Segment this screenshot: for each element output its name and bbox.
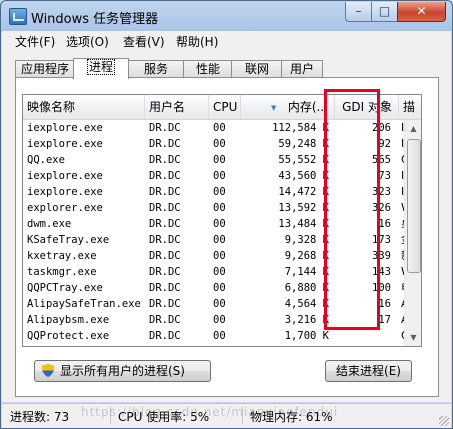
process-mem-cell: 112,584 K: [272, 122, 329, 134]
process-name-cell: QQProtect.exe: [27, 330, 110, 342]
process-name-cell: dwm.exe: [27, 218, 72, 230]
gdi-column-highlight: [324, 89, 380, 330]
vertical-scrollbar[interactable]: ▲ ▼: [404, 120, 421, 346]
process-mem-cell: 9,328 K: [284, 234, 329, 246]
menu-file[interactable]: 文件(F): [15, 33, 55, 50]
close-button[interactable]: ✕: [397, 2, 446, 22]
process-user-cell: DR.DC: [149, 330, 181, 342]
menu-bar: 文件(F) 选项(O) 查看(V) 帮助(H): [2, 31, 451, 50]
process-cpu-cell: 00: [213, 282, 226, 294]
process-mem-cell: 59,248 K: [278, 138, 329, 150]
process-cpu-cell: 00: [213, 234, 226, 246]
process-user-cell: DR.DC: [149, 314, 181, 326]
column-memory-label: 内存(...: [287, 100, 328, 114]
process-user-cell: DR.DC: [149, 154, 181, 166]
tab-networking[interactable]: 联网: [231, 60, 283, 78]
status-process-count: 进程数: 73: [10, 410, 70, 424]
scrollbar-thumb[interactable]: [407, 139, 421, 273]
process-mem-cell: 9,268 K: [284, 250, 329, 262]
process-name-cell: QQPCTray.exe: [27, 282, 103, 294]
process-cpu-cell: 00: [213, 250, 226, 262]
process-mem-cell: 14,472 K: [278, 186, 329, 198]
main-panel: 应用程序 进程 服务 性能 联网 用户 映像名称 用户名 CPU ▼ 内存(..…: [2, 50, 451, 402]
tab-users[interactable]: 用户: [281, 60, 323, 78]
process-user-cell: DR.DC: [149, 186, 181, 198]
sort-arrow-icon: ▼: [271, 104, 277, 112]
resize-grip-icon[interactable]: [439, 416, 449, 426]
column-memory[interactable]: ▼ 内存(...: [241, 95, 335, 119]
process-mem-cell: 3,216 K: [284, 314, 329, 326]
menu-view[interactable]: 查看(V): [123, 33, 165, 50]
process-mem-cell: 13,484 K: [278, 218, 329, 230]
task-manager-window: Windows 任务管理器 – □ ✕ 文件(F) 选项(O) 查看(V) 帮助…: [0, 0, 453, 429]
task-manager-icon: [9, 8, 27, 25]
scroll-up-icon[interactable]: ▲: [405, 120, 421, 137]
process-mem-cell: 4,564 K: [284, 298, 329, 310]
process-cpu-cell: 00: [213, 138, 226, 150]
process-user-cell: DR.DC: [149, 282, 181, 294]
process-name-cell: AlipaySafeTran.exe: [27, 298, 141, 310]
title-bar[interactable]: Windows 任务管理器 – □ ✕: [1, 1, 452, 31]
process-user-cell: DR.DC: [149, 170, 181, 182]
process-name-cell: kxetray.exe: [27, 250, 97, 262]
process-mem-cell: 7,144 K: [284, 266, 329, 278]
process-name-cell: iexplore.exe: [27, 170, 103, 182]
end-process-button[interactable]: 结束进程(E): [325, 360, 412, 382]
process-name-cell: iexplore.exe: [27, 138, 103, 150]
tab-processes[interactable]: 进程: [73, 58, 129, 79]
uac-shield-icon: [42, 364, 54, 377]
scroll-down-icon[interactable]: ▼: [405, 329, 421, 346]
process-cpu-cell: 00: [213, 186, 226, 198]
maximize-button[interactable]: □: [371, 2, 398, 22]
process-user-cell: DR.DC: [149, 298, 181, 310]
process-row[interactable]: QQProtect.exeDR.DC001,700 KQQ: [23, 328, 418, 344]
show-all-users-label: 显示所有用户的进程(S): [60, 364, 185, 378]
menu-options[interactable]: 选项(O): [66, 33, 109, 50]
process-mem-cell: 6,880 K: [284, 282, 329, 294]
column-image-name[interactable]: 映像名称: [23, 95, 145, 119]
process-name-cell: taskmgr.exe: [27, 266, 97, 278]
process-user-cell: DR.DC: [149, 250, 181, 262]
column-cpu[interactable]: CPU: [209, 95, 241, 119]
process-cpu-cell: 00: [213, 154, 226, 166]
show-all-users-button[interactable]: 显示所有用户的进程(S): [34, 360, 211, 382]
tab-performance[interactable]: 性能: [183, 60, 233, 78]
column-user-name[interactable]: 用户名: [145, 95, 209, 119]
process-name-cell: iexplore.exe: [27, 122, 103, 134]
process-user-cell: DR.DC: [149, 202, 181, 214]
window-title: Windows 任务管理器: [31, 12, 159, 27]
process-user-cell: DR.DC: [149, 138, 181, 150]
watermark-text: https://blog.csdn.net/mianxiaofendui: [81, 405, 339, 419]
minimize-button[interactable]: –: [345, 2, 372, 22]
process-cpu-cell: 00: [213, 330, 226, 342]
process-user-cell: DR.DC: [149, 218, 181, 230]
process-name-cell: explorer.exe: [27, 202, 103, 214]
process-name-cell: QQ.exe: [27, 154, 65, 166]
process-cpu-cell: 00: [213, 202, 226, 214]
process-name-cell: iexplore.exe: [27, 186, 103, 198]
process-gdi-cell: [337, 328, 395, 344]
process-cpu-cell: 00: [213, 170, 226, 182]
process-cpu-cell: 00: [213, 298, 226, 310]
process-mem-cell: 13,592 K: [278, 202, 329, 214]
process-cpu-cell: 00: [213, 266, 226, 278]
process-name-cell: KSafeTray.exe: [27, 234, 110, 246]
tab-services[interactable]: 服务: [127, 60, 185, 78]
process-cpu-cell: 00: [213, 122, 226, 134]
process-name-cell: Alipaybsm.exe: [27, 314, 110, 326]
process-mem-cell: 55,552 K: [278, 154, 329, 166]
process-user-cell: DR.DC: [149, 266, 181, 278]
process-user-cell: DR.DC: [149, 234, 181, 246]
process-cpu-cell: 00: [213, 314, 226, 326]
process-cpu-cell: 00: [213, 218, 226, 230]
process-mem-cell: 43,560 K: [278, 170, 329, 182]
menu-help[interactable]: 帮助(H): [176, 33, 218, 50]
column-description[interactable]: 描: [399, 95, 421, 119]
process-mem-cell: 1,700 K: [284, 330, 329, 342]
process-user-cell: DR.DC: [149, 122, 181, 134]
tab-applications[interactable]: 应用程序: [15, 60, 75, 78]
